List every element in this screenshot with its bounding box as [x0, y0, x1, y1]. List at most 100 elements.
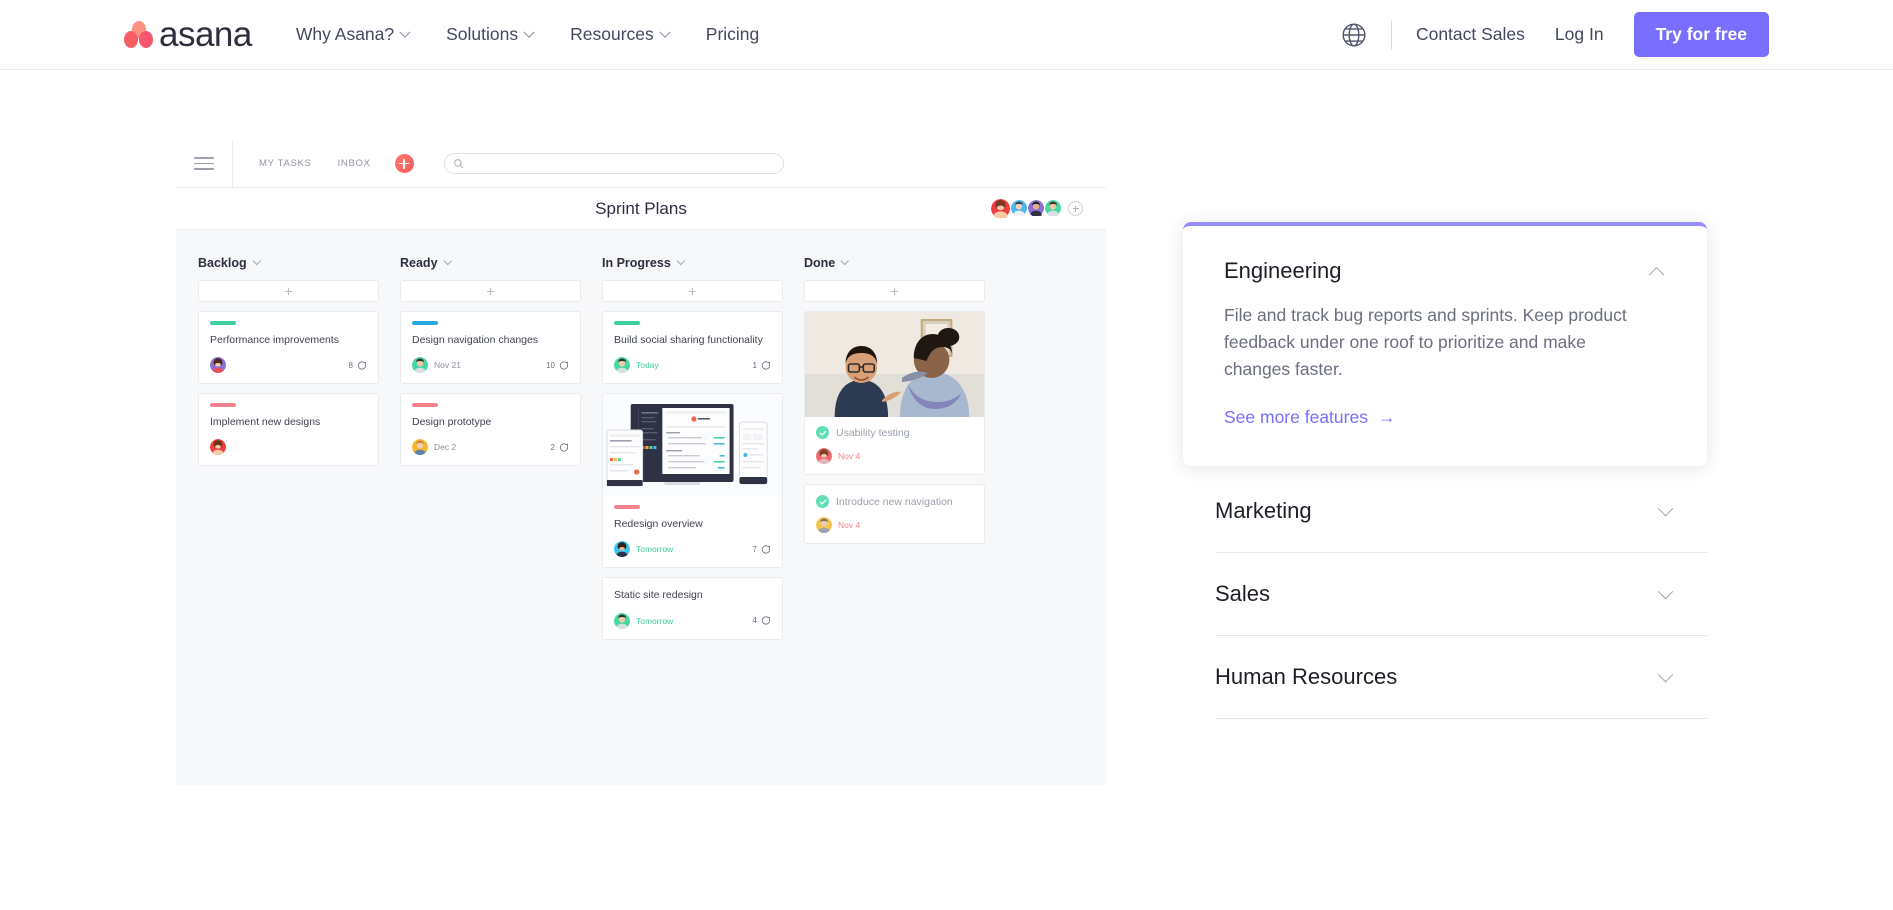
card-title: Implement new designs	[210, 415, 321, 428]
task-card[interactable]: Build social sharing functionality Today…	[602, 311, 783, 385]
nav-item-pricing[interactable]: Pricing	[706, 24, 760, 45]
chevron-down-icon[interactable]	[1655, 501, 1675, 523]
accordion-title: Human Resources	[1215, 664, 1398, 690]
card-footer: 8	[210, 357, 367, 374]
avatar[interactable]	[412, 439, 428, 456]
card-footer: Nov 4	[816, 448, 973, 464]
add-card-button[interactable]: +	[602, 280, 783, 302]
column-title: In Progress	[602, 256, 671, 270]
nav-item-label: Resources	[570, 24, 654, 44]
column-header[interactable]: Done	[804, 256, 985, 270]
comment-count[interactable]: 2	[551, 442, 569, 453]
nav-item-why-asana[interactable]: Why Asana?	[296, 24, 411, 45]
add-member-icon[interactable]	[1068, 201, 1083, 216]
chevron-down-icon[interactable]	[443, 256, 452, 265]
search-input[interactable]	[468, 158, 749, 169]
card-color-tag	[614, 321, 640, 325]
try-for-free-button[interactable]: Try for free	[1633, 12, 1769, 57]
see-more-features-link[interactable]: See more features →	[1224, 407, 1395, 428]
comment-count[interactable]: 7	[753, 544, 771, 555]
plus-icon: +	[284, 283, 293, 299]
avatar[interactable]	[990, 197, 1012, 220]
add-card-button[interactable]: +	[198, 280, 379, 302]
comment-count-value: 7	[752, 544, 757, 554]
inbox-link[interactable]: INBOX	[338, 158, 371, 169]
comment-count[interactable]: 4	[753, 615, 771, 626]
chevron-down-icon[interactable]	[252, 256, 261, 265]
avatar[interactable]	[412, 357, 428, 374]
avatar[interactable]	[816, 517, 832, 533]
check-circle-icon[interactable]	[816, 426, 829, 439]
my-tasks-link[interactable]: MY TASKS	[259, 158, 312, 169]
app-toolbar: MY TASKS INBOX	[176, 139, 1106, 188]
log-in-link[interactable]: Log In	[1555, 24, 1604, 45]
see-more-features-label: See more features	[1224, 407, 1368, 428]
comment-icon	[559, 361, 569, 370]
nav-item-solutions[interactable]: Solutions	[446, 24, 535, 45]
avatar[interactable]	[614, 612, 630, 629]
card-color-tag	[412, 403, 438, 407]
card-title: Introduce new navigation	[836, 495, 953, 508]
card-footer: Tomorrow 4	[614, 612, 771, 629]
card-color-tag	[412, 321, 438, 325]
accordion-item-engineering[interactable]: Engineering File and track bug reports a…	[1183, 222, 1707, 467]
asana-logo[interactable]: asana	[124, 17, 252, 52]
hamburger-icon[interactable]	[194, 157, 214, 170]
chevron-down-icon	[523, 26, 535, 38]
avatar[interactable]	[1044, 199, 1063, 218]
avatar[interactable]	[614, 541, 630, 558]
chevron-down-icon[interactable]	[841, 256, 849, 265]
task-card[interactable]: Redesign overview Tomorrow 7	[602, 393, 783, 569]
asana-wordmark: asana	[159, 15, 252, 54]
nav-right-group: Contact Sales Log In Try for free	[1341, 12, 1769, 57]
task-card[interactable]: Design navigation changes Nov 21 10	[400, 311, 581, 385]
plus-icon: +	[890, 283, 899, 299]
comment-count[interactable]: 8	[349, 360, 367, 371]
avatar[interactable]	[816, 448, 832, 464]
chevron-down-icon[interactable]	[1655, 584, 1675, 606]
card-footer: Nov 4	[816, 517, 973, 533]
accordion-title: Engineering	[1224, 258, 1342, 283]
column-header[interactable]: In Progress	[602, 256, 783, 270]
task-card[interactable]: Performance improvements 8	[198, 311, 379, 385]
card-footer: Dec 2 2	[412, 439, 569, 456]
column-header[interactable]: Ready	[400, 256, 581, 270]
plus-circle-icon[interactable]	[394, 154, 414, 173]
comment-count-value: 10	[546, 360, 555, 370]
avatar[interactable]	[210, 357, 226, 374]
arrow-right-icon: →	[1377, 407, 1396, 428]
nav-item-resources[interactable]: Resources	[570, 24, 671, 45]
check-circle-icon[interactable]	[816, 495, 829, 508]
task-card[interactable]: Usability testing Nov 4	[804, 311, 985, 475]
chevron-down-icon[interactable]	[676, 256, 685, 265]
accordion-item-sales[interactable]: Sales	[1215, 553, 1707, 637]
column-title: Backlog	[198, 256, 247, 270]
avatar[interactable]	[614, 357, 630, 374]
card-footer: Today 1	[614, 357, 771, 374]
app-search-box[interactable]	[443, 153, 784, 174]
card-body: Redesign overview Tomorrow 7	[603, 496, 782, 558]
accordion-item-human-resources[interactable]: Human Resources	[1215, 636, 1707, 720]
team-photo-image	[805, 312, 984, 417]
add-card-button[interactable]: +	[400, 280, 581, 302]
board-column-ready: Ready + Design navigation changes Nov 21…	[400, 256, 581, 785]
column-header[interactable]: Backlog	[198, 256, 379, 270]
task-card[interactable]: Implement new designs	[198, 393, 379, 467]
accordion-item-marketing[interactable]: Marketing	[1215, 470, 1707, 554]
contact-sales-link[interactable]: Contact Sales	[1416, 24, 1525, 45]
comment-count[interactable]: 10	[546, 360, 569, 371]
primary-nav-links: Why Asana? Solutions Resources Pricing	[296, 24, 796, 45]
globe-icon[interactable]	[1341, 22, 1367, 48]
accordion-title: Marketing	[1215, 498, 1312, 524]
task-card[interactable]: Introduce new navigation Nov 4	[804, 484, 985, 544]
chevron-down-icon[interactable]	[1655, 667, 1675, 689]
chevron-up-icon[interactable]	[1646, 262, 1666, 283]
page-title: Sprint Plans	[595, 198, 687, 218]
task-card[interactable]: Design prototype Dec 2 2	[400, 393, 581, 467]
card-title: Build social sharing functionality	[614, 333, 763, 346]
task-card[interactable]: Static site redesign Tomorrow 4	[602, 577, 783, 640]
add-card-button[interactable]: +	[804, 280, 985, 302]
accordion-header[interactable]: Engineering	[1224, 258, 1666, 284]
comment-count[interactable]: 1	[753, 360, 771, 371]
avatar[interactable]	[210, 439, 226, 456]
